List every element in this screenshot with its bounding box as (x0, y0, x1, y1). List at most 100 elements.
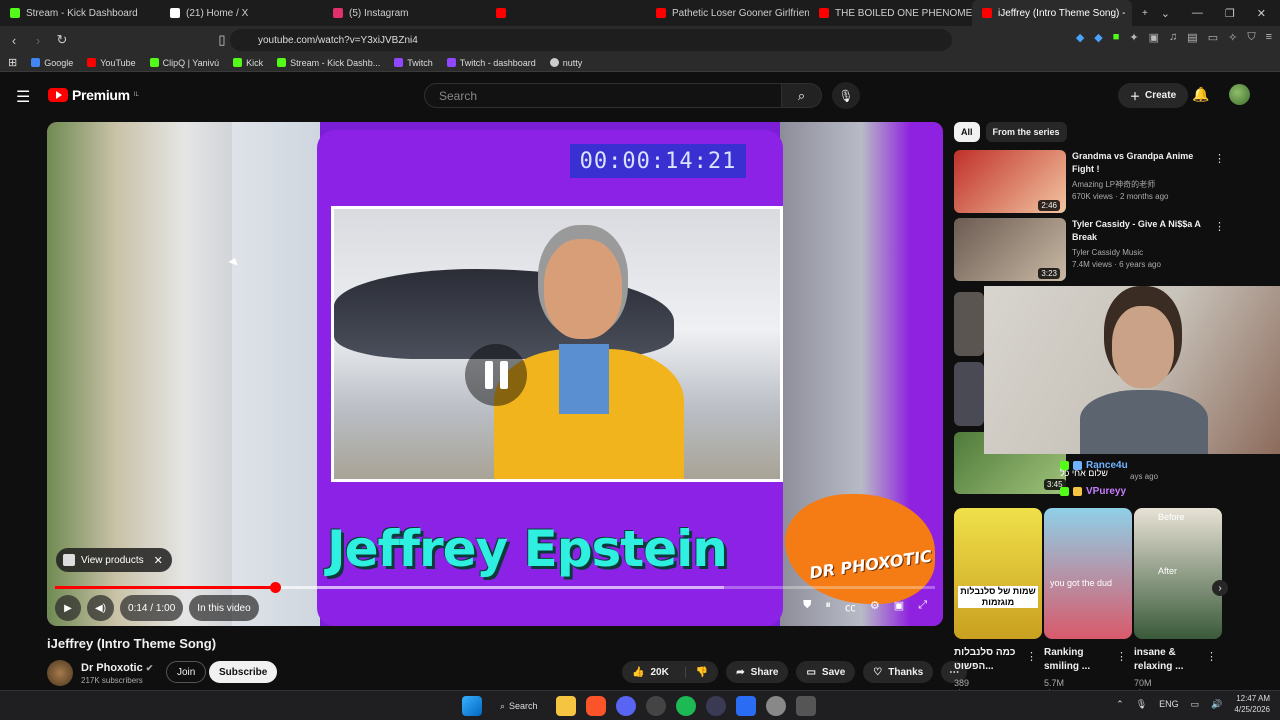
taskbar-search[interactable]: ⌕ Search (492, 695, 546, 717)
wallet-icon[interactable]: ▭ (1208, 31, 1218, 44)
more-options-icon[interactable]: ⋮ (1214, 220, 1225, 233)
channel-avatar[interactable] (47, 660, 73, 686)
tray-chevron-icon[interactable]: ⌃ (1116, 699, 1124, 710)
tab-ijeffrey-active[interactable]: iJeffrey (Intro Theme Song) -✕ (972, 0, 1132, 26)
sponsor-icon[interactable]: ⛊ (803, 599, 811, 615)
volume-icon[interactable]: 🔊 (1211, 699, 1222, 710)
settings-icon[interactable] (765, 696, 786, 716)
miniplayer-icon[interactable]: ▣ (894, 599, 904, 615)
like-button[interactable]: 👍 20K (622, 667, 679, 678)
bookmark-nutty[interactable]: nutty (549, 58, 582, 68)
tab-instagram[interactable]: (5) Instagram (323, 0, 486, 26)
youtube-premium-logo[interactable]: Premium IL (48, 87, 139, 103)
back-icon[interactable]: ‹ (4, 33, 24, 48)
bookmark-clipq[interactable]: ClipQ | Yanivú (149, 58, 219, 68)
share-button[interactable]: ➦ Share (726, 661, 789, 683)
file-explorer-icon[interactable] (555, 696, 576, 716)
forward-icon[interactable]: › (28, 33, 48, 48)
calculator-icon[interactable] (795, 696, 816, 716)
close-window-icon[interactable]: ✕ (1257, 7, 1266, 20)
bookmark-kick-dashboard[interactable]: Stream - Kick Dashb... (277, 58, 380, 68)
brave-icon[interactable] (585, 696, 606, 716)
play-button[interactable]: ▶ (55, 595, 81, 621)
language-indicator[interactable]: ENG (1159, 699, 1179, 709)
clock[interactable]: 12:47 AM 4/25/2026 (1234, 693, 1270, 715)
short-title[interactable]: insane & relaxing ... (1134, 646, 1204, 674)
puzzle-icon[interactable]: ✦ (1129, 31, 1138, 44)
more-options-icon[interactable]: ⋮ (1206, 650, 1217, 663)
bookmark-youtube[interactable]: YouTube (87, 58, 136, 68)
bookmark-twitch[interactable]: Twitch (394, 58, 433, 68)
leo-icon[interactable]: ✧ (1228, 31, 1237, 44)
tab-x-home[interactable]: (21) Home / X (160, 0, 323, 26)
video-thumbnail[interactable] (954, 292, 984, 356)
join-button[interactable]: Join (166, 661, 207, 683)
short-thumbnail[interactable]: Before After (1134, 508, 1222, 639)
captions-icon[interactable]: ㏄ (845, 599, 856, 615)
recommendation-title[interactable]: Tyler Cassidy - Give A Ni$$a A Break (1072, 218, 1204, 244)
mute-button[interactable]: ◀) (87, 595, 115, 621)
extension-icon[interactable]: ♫ (1169, 31, 1177, 44)
extension-icon[interactable]: ◆ (1076, 31, 1084, 44)
settings-gear-icon[interactable]: ⚙ (870, 599, 880, 615)
obs-icon[interactable] (645, 696, 666, 716)
video-thumbnail[interactable] (954, 362, 984, 426)
notifications-bell-icon[interactable]: 🔔 (1192, 86, 1209, 103)
short-title[interactable]: כמה סלנבלות הפשוט... (954, 646, 1024, 674)
new-tab-button[interactable]: + (1132, 0, 1156, 26)
short-thumbnail[interactable]: you got the dud (1044, 508, 1132, 639)
reload-icon[interactable]: ↻ (52, 32, 72, 48)
minimize-icon[interactable]: — (1192, 7, 1203, 19)
shield-icon[interactable]: ⛉ (1247, 31, 1255, 44)
apps-icon[interactable]: ⊞ (8, 56, 17, 69)
in-this-video-chip[interactable]: In this video (189, 595, 259, 621)
tab-search-icon[interactable]: ⌄ (1161, 7, 1170, 20)
tray-mic-icon[interactable]: 🎙 (1136, 699, 1147, 710)
search-input[interactable]: Search (424, 83, 782, 108)
shorts-next-icon[interactable]: › (1212, 580, 1228, 596)
more-options-icon[interactable]: ⋮ (1214, 152, 1225, 165)
save-button[interactable]: ▭ Save (796, 661, 856, 683)
more-options-icon[interactable]: ⋮ (1026, 650, 1037, 663)
subscribe-button[interactable]: Subscribe (209, 661, 278, 683)
discord-icon[interactable] (615, 696, 636, 716)
channel-name[interactable]: Dr Phoxotic ✔ (81, 662, 153, 674)
pause-overlay-icon[interactable] (465, 344, 527, 406)
short-title[interactable]: Ranking smiling ... (1044, 646, 1114, 674)
recommendation-title[interactable]: Grandma vs Grandpa Anime Fight ! (1072, 150, 1204, 176)
more-options-icon[interactable]: ⋮ (1116, 650, 1127, 663)
video-player[interactable]: 00:00:14:21 Jeffrey Epstein DR PHOXOTIC … (47, 122, 943, 626)
bookmark-google[interactable]: Google (31, 58, 73, 68)
bookmark-twitch-dashboard[interactable]: Twitch - dashboard (446, 58, 536, 68)
tab-kick-dashboard[interactable]: Stream - Kick Dashboard (0, 0, 160, 26)
bookmark-kick[interactable]: Kick (233, 58, 263, 68)
spotify-icon[interactable] (675, 696, 696, 716)
chip-all[interactable]: All (954, 122, 980, 142)
tab-youtube-boiled-one[interactable]: THE BOILED ONE PHENOMENON - Y (809, 0, 972, 26)
maximize-icon[interactable]: ❐ (1225, 7, 1235, 20)
account-avatar[interactable] (1229, 84, 1250, 105)
menu-icon[interactable]: ≡ (1266, 31, 1272, 44)
extension-icon[interactable]: ◆ (1094, 31, 1102, 44)
autoplay-toggle-icon[interactable]: ⏸ (825, 599, 831, 615)
monitor-icon[interactable]: ▭ (1191, 699, 1200, 710)
bookmark-icon[interactable]: ▯ (212, 32, 232, 48)
hamburger-menu-icon[interactable]: ☰ (16, 87, 30, 107)
view-products-button[interactable]: View products ✕ (56, 548, 172, 572)
voice-search-button[interactable]: 🎙 (832, 82, 860, 109)
tab-youtube-blank[interactable] (486, 0, 646, 26)
recommendation-item[interactable]: 2:46 Grandma vs Grandpa Anime Fight ! Am… (954, 150, 1226, 216)
short-thumbnail[interactable]: שמות של סלנבלות מוגזמות (954, 508, 1042, 639)
extension-icon[interactable]: ▣ (1149, 31, 1159, 44)
app-icon[interactable] (735, 696, 756, 716)
create-button[interactable]: ＋ Create (1118, 83, 1189, 108)
dislike-button[interactable]: 👎 (684, 666, 718, 678)
sidebar-icon[interactable]: ▤ (1187, 31, 1197, 44)
app-icon[interactable] (705, 696, 726, 716)
fullscreen-icon[interactable]: ⤢ (918, 599, 927, 615)
search-button[interactable]: ⌕ (782, 83, 822, 108)
scrubber-handle[interactable] (270, 582, 281, 593)
close-icon[interactable]: ✕ (154, 554, 163, 567)
extension-icon[interactable]: ■ (1113, 31, 1120, 44)
url-field[interactable]: youtube.com/watch?v=Y3xiJVBZni4 (230, 29, 952, 51)
